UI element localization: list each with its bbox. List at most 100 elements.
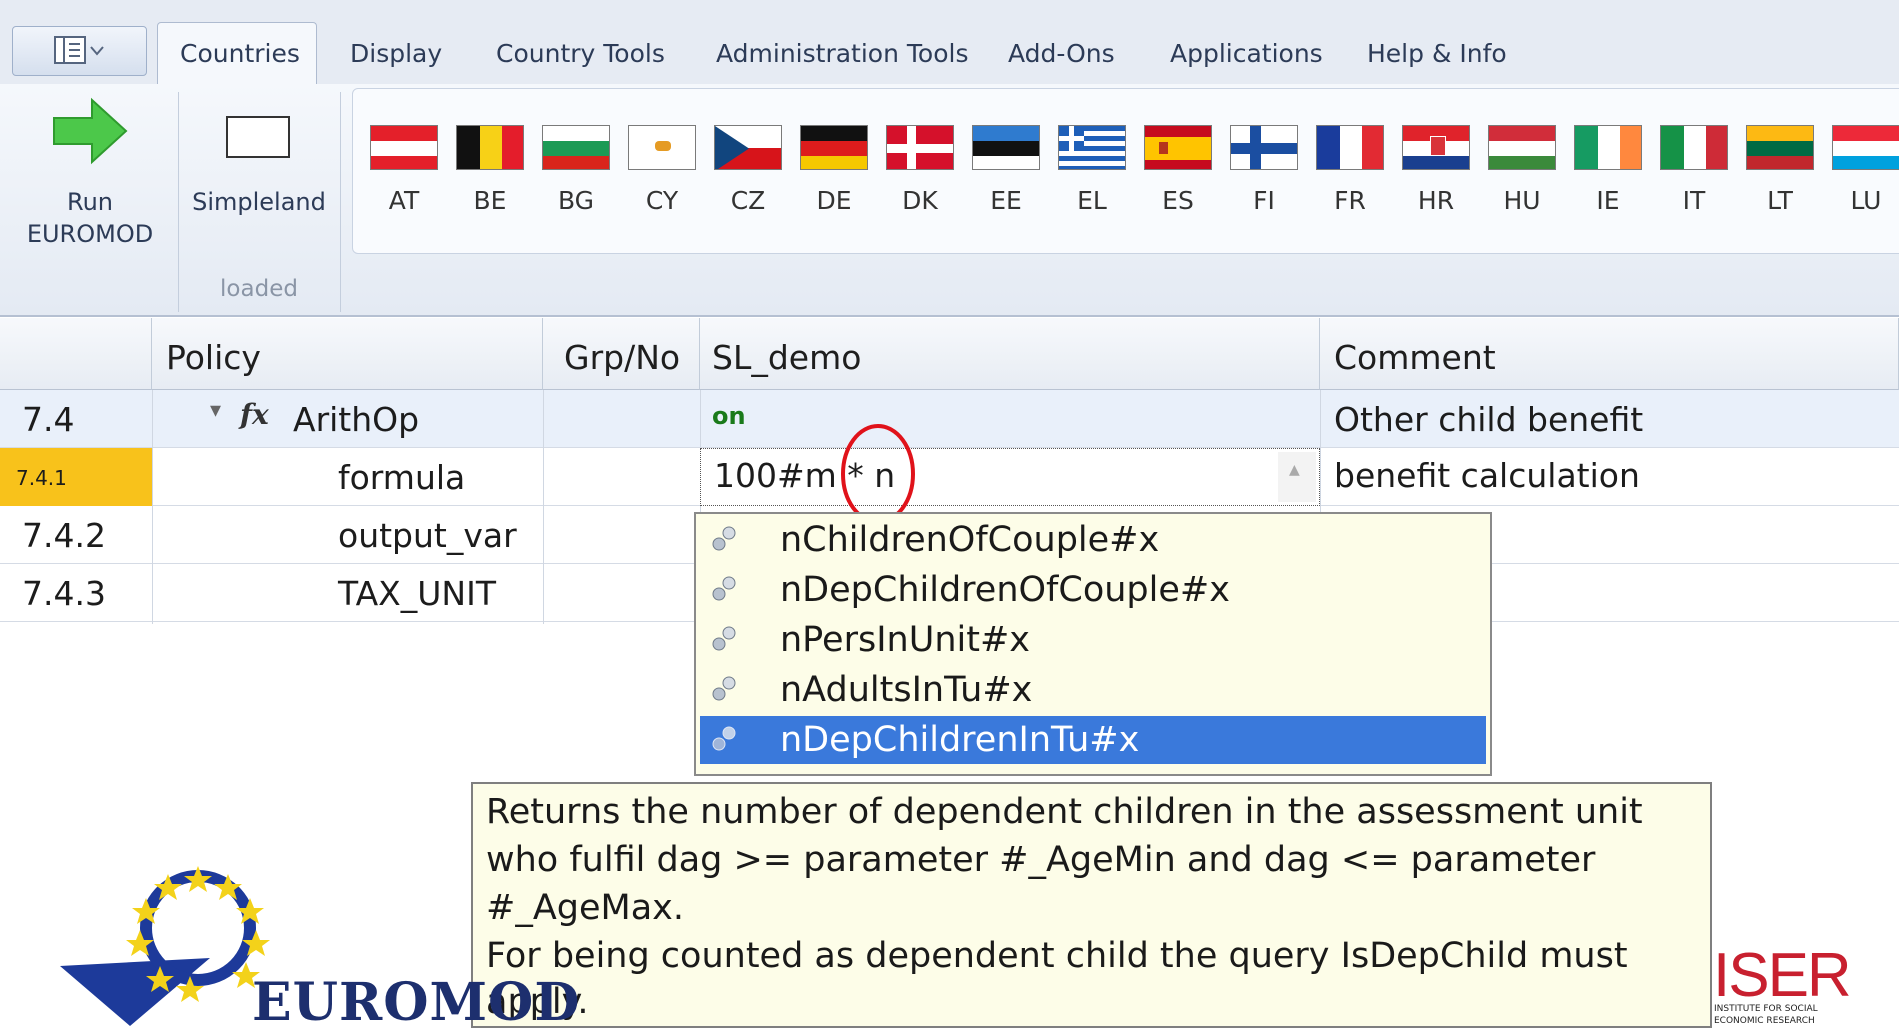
- country-code-el: EL: [1077, 186, 1107, 215]
- autocomplete-item[interactable]: nChildrenOfCouple#x: [700, 516, 1486, 564]
- header-row-number: [0, 318, 152, 390]
- flag-hr-icon[interactable]: [1402, 125, 1470, 170]
- blank-flag-icon: [226, 116, 290, 158]
- function-icon: fx: [240, 398, 269, 431]
- iser-subtitle-line2: ECONOMIC RESEARCH: [1714, 1016, 1815, 1026]
- flag-cz-icon[interactable]: [714, 125, 782, 170]
- parameter-name: formula: [338, 458, 466, 497]
- editor-scroll-up[interactable]: ▲: [1278, 452, 1316, 502]
- country-code-it: IT: [1682, 186, 1706, 215]
- row-number: 7.4: [22, 400, 75, 439]
- flag-it-icon[interactable]: [1660, 125, 1728, 170]
- header-system-label: SL_demo: [712, 338, 862, 377]
- tab-display[interactable]: Display: [350, 40, 442, 68]
- country-code-ee: EE: [990, 186, 1022, 215]
- iser-subtitle-line1: INSTITUTE FOR SOCIAL: [1714, 1004, 1818, 1014]
- header-grp-label: Grp/No: [564, 338, 681, 377]
- autocomplete-item[interactable]: nAdultsInTu#x: [700, 666, 1486, 714]
- tab-applications[interactable]: Applications: [1170, 40, 1323, 68]
- flag-ie-icon[interactable]: [1574, 125, 1642, 170]
- country-code-fi: FI: [1253, 186, 1275, 215]
- autocomplete-item-label: nChildrenOfCouple#x: [780, 520, 1160, 560]
- iser-logo-text: ISER: [1713, 941, 1852, 1010]
- country-code-at: AT: [388, 186, 420, 215]
- flag-dk-icon[interactable]: [886, 125, 954, 170]
- flag-lu-icon[interactable]: [1832, 125, 1899, 170]
- header-comment-label: Comment: [1334, 338, 1496, 377]
- country-code-ie: IE: [1596, 186, 1620, 215]
- flag-at-icon[interactable]: [370, 125, 438, 170]
- row-number-selected: 7.4.1: [16, 466, 67, 490]
- country-code-fr: FR: [1334, 186, 1366, 215]
- tooltip-line: who fulfil dag >= parameter #_AgeMin and…: [486, 840, 1596, 880]
- switch-value-on[interactable]: on: [712, 402, 746, 430]
- country-code-de: DE: [816, 186, 852, 215]
- tooltip-line: #_AgeMax.: [486, 888, 685, 928]
- panel-menu-icon: [54, 36, 104, 64]
- application-menu-button[interactable]: [12, 26, 147, 76]
- flag-cy-icon[interactable]: [628, 125, 696, 170]
- green-arrow-icon: [53, 97, 128, 165]
- flag-ee-icon[interactable]: [972, 125, 1040, 170]
- tab-countries[interactable]: Countries: [180, 40, 300, 68]
- run-euromod-button[interactable]: Run EUROMOD: [10, 96, 170, 256]
- autocomplete-item-selected[interactable]: nDepChildrenInTu#x: [700, 716, 1486, 764]
- tab-country-tools[interactable]: Country Tools: [496, 40, 665, 68]
- tooltip-line: Returns the number of dependent children…: [486, 792, 1643, 832]
- country-code-hu: HU: [1503, 186, 1541, 215]
- tooltip-line: For being counted as dependent child the…: [486, 936, 1628, 976]
- tab-administration-tools[interactable]: Administration Tools: [716, 40, 968, 68]
- loaded-status: loaded: [220, 276, 298, 302]
- autocomplete-item[interactable]: nDepChildrenOfCouple#x: [700, 566, 1486, 614]
- simpleland-label: Simpleland: [192, 188, 326, 216]
- query-gear-icon: [712, 726, 736, 751]
- query-gear-icon: [712, 676, 736, 701]
- row-number: 7.4.3: [22, 574, 106, 613]
- collapse-arrow-icon[interactable]: ▾: [210, 398, 221, 423]
- country-code-cz: CZ: [730, 186, 766, 215]
- autocomplete-item-label: nPersInUnit#x: [780, 620, 1030, 660]
- flag-lt-icon[interactable]: [1746, 125, 1814, 170]
- ribbon-separator: [340, 92, 341, 312]
- flag-de-icon[interactable]: [800, 125, 868, 170]
- country-code-dk: DK: [902, 186, 938, 215]
- autocomplete-list[interactable]: nChildrenOfCouple#x nDepChildrenOfCouple…: [694, 512, 1492, 776]
- flag-hu-icon[interactable]: [1488, 125, 1556, 170]
- country-code-be: BE: [473, 186, 507, 215]
- country-code-lu: LU: [1850, 186, 1882, 215]
- country-code-es: ES: [1162, 186, 1194, 215]
- row-number: 7.4.2: [22, 516, 106, 555]
- autocomplete-item-label: nDepChildrenOfCouple#x: [780, 570, 1230, 610]
- run-label-line2: EUROMOD: [26, 220, 154, 248]
- country-flags-panel: [352, 88, 1899, 254]
- query-description-tooltip: Returns the number of dependent children…: [471, 782, 1712, 1028]
- euromod-logo-text: EUROMOD: [252, 972, 581, 1033]
- flag-es-icon[interactable]: [1144, 125, 1212, 170]
- query-gear-icon: [712, 626, 736, 651]
- run-label-line1: Run: [66, 188, 114, 216]
- comment-text: benefit calculation: [1334, 456, 1640, 495]
- ribbon-separator: [178, 92, 179, 312]
- column-divider: [543, 390, 544, 624]
- flag-fr-icon[interactable]: [1316, 125, 1384, 170]
- parameter-name: TAX_UNIT: [338, 574, 497, 613]
- comment-text: Other child benefit: [1334, 400, 1644, 439]
- query-gear-icon: [712, 526, 736, 551]
- country-code-hr: HR: [1417, 186, 1455, 215]
- tab-add-ons[interactable]: Add-Ons: [1008, 40, 1115, 68]
- autocomplete-item-label: nAdultsInTu#x: [780, 670, 1033, 710]
- country-code-cy: CY: [645, 186, 679, 215]
- autocomplete-item[interactable]: nPersInUnit#x: [700, 616, 1486, 664]
- flag-be-icon[interactable]: [456, 125, 524, 170]
- flag-el-icon[interactable]: [1058, 125, 1126, 170]
- flag-bg-icon[interactable]: [542, 125, 610, 170]
- header-policy-label: Policy: [166, 338, 261, 377]
- query-gear-icon: [712, 576, 736, 601]
- column-divider: [152, 390, 153, 624]
- flag-fi-icon[interactable]: [1230, 125, 1298, 170]
- policy-name: ArithOp: [293, 400, 420, 439]
- simpleland-button[interactable]: Simpleland loaded: [188, 96, 330, 306]
- country-code-bg: BG: [557, 186, 595, 215]
- tab-help-info[interactable]: Help & Info: [1367, 40, 1507, 68]
- country-code-lt: LT: [1767, 186, 1793, 215]
